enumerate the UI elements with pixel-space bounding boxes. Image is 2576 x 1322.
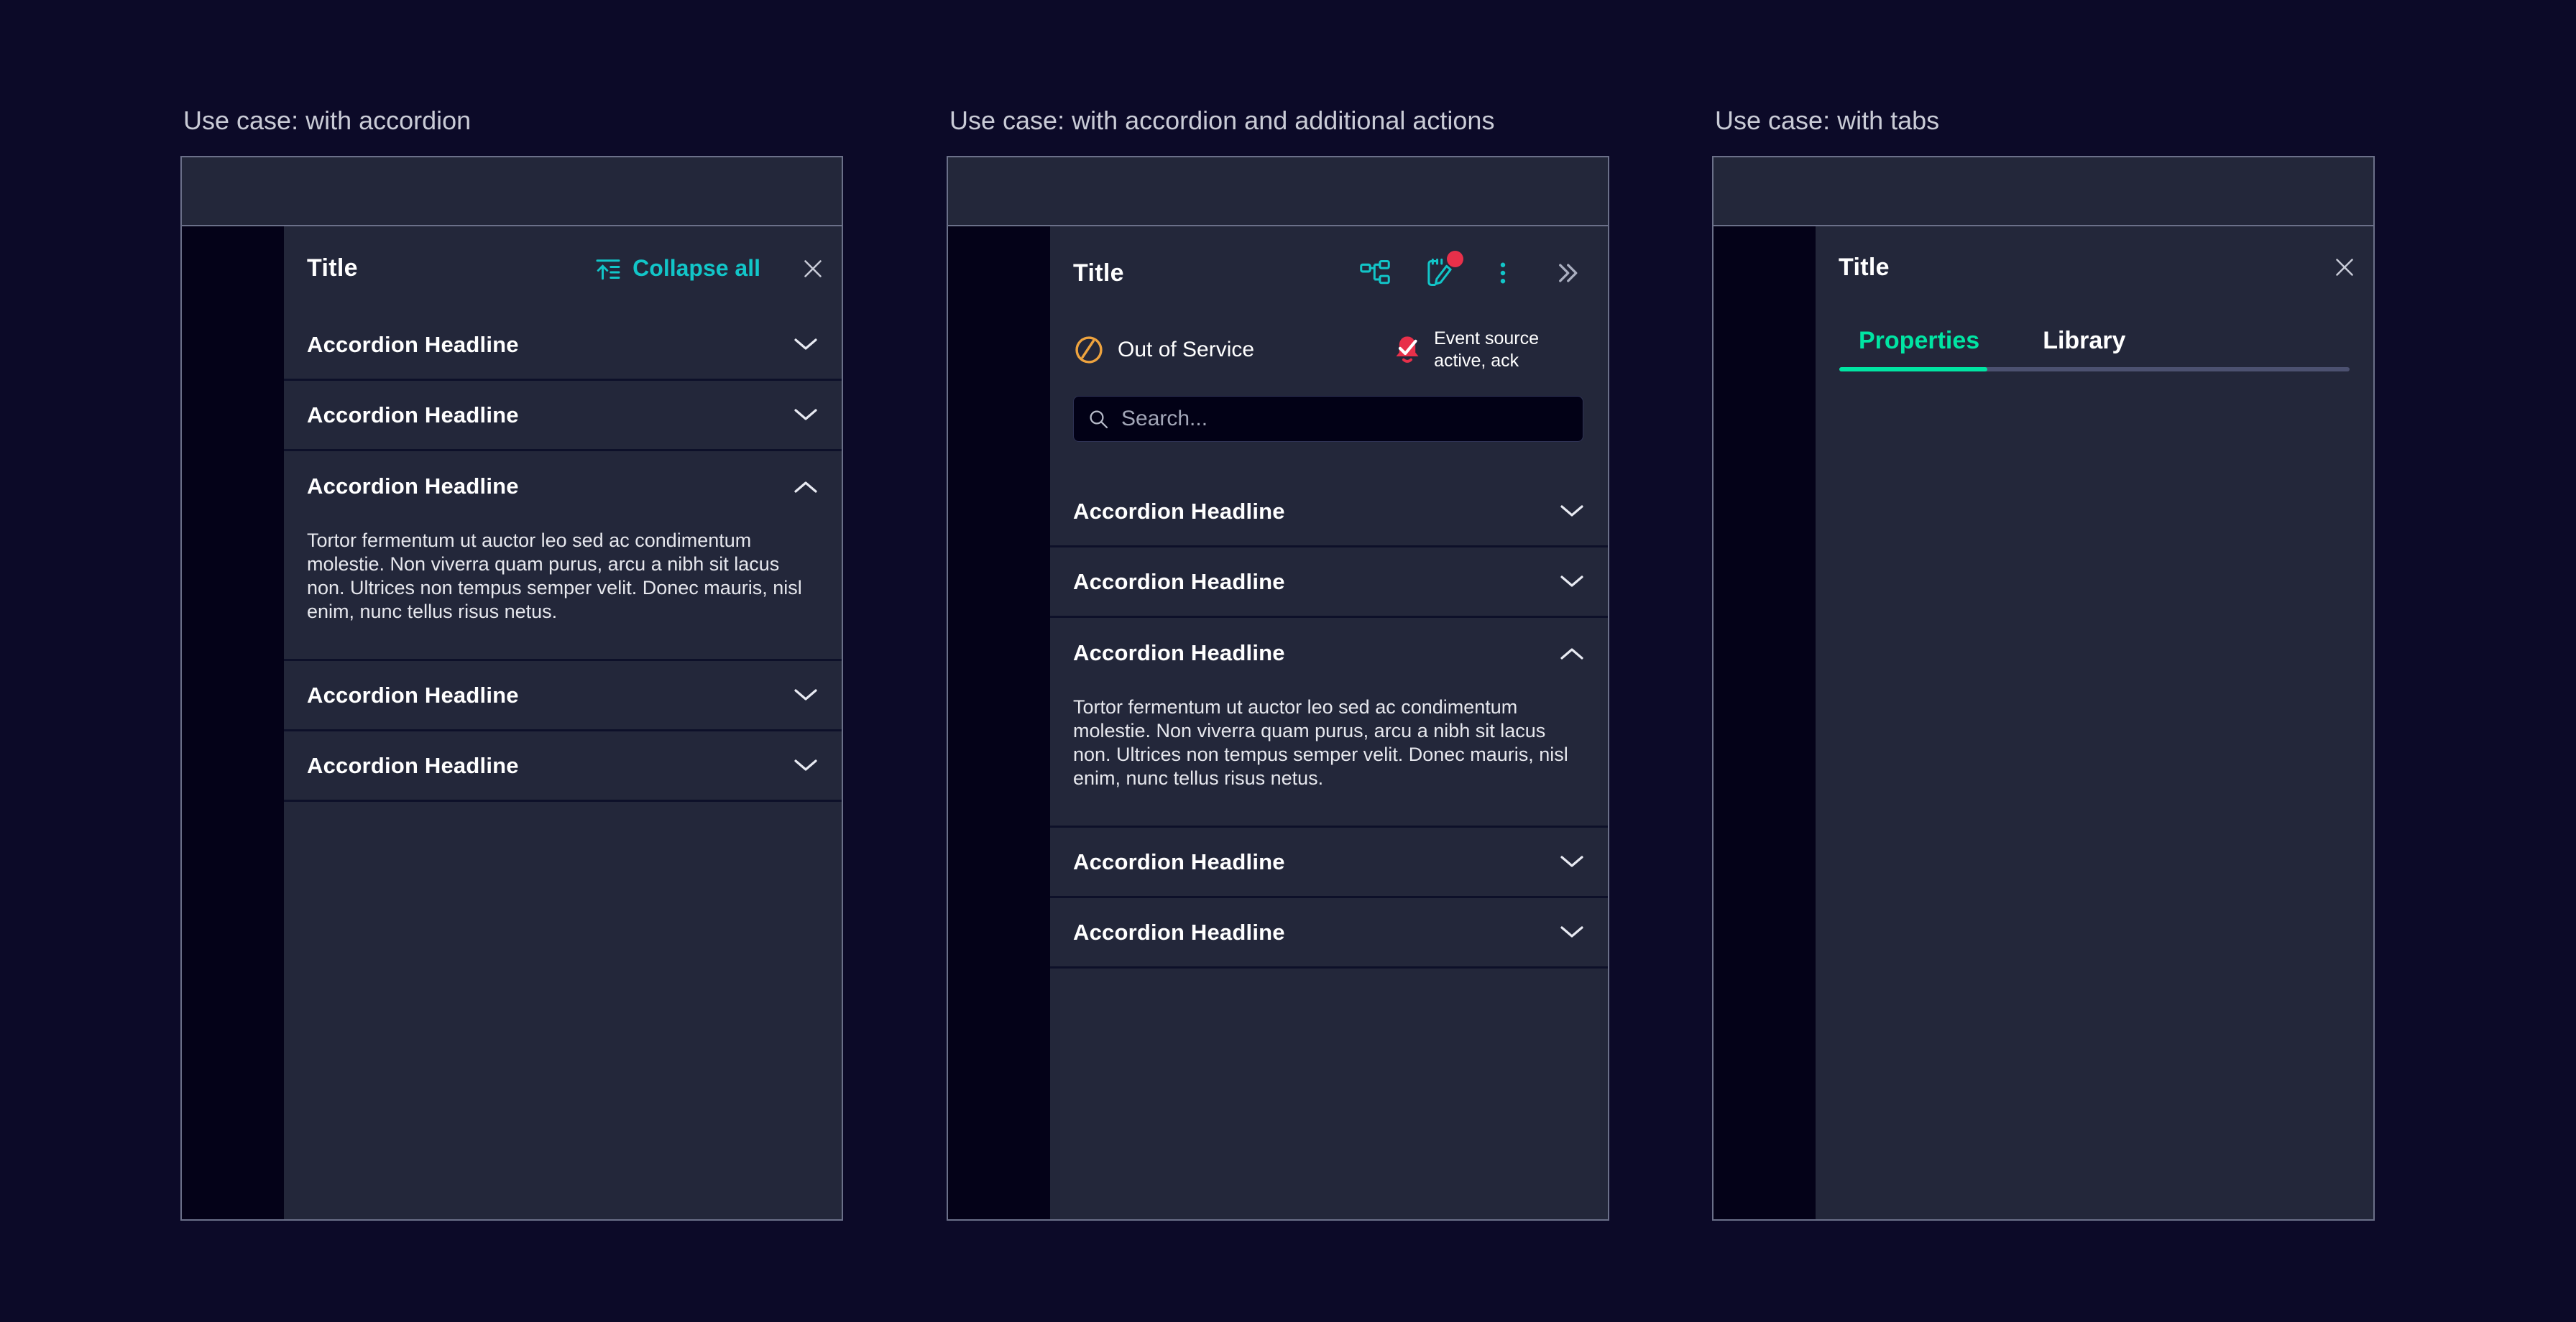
content-backdrop	[182, 226, 284, 1219]
side-panel: Title	[1050, 226, 1608, 1219]
no-entry-icon	[1073, 334, 1105, 366]
collapse-all-button[interactable]: Collapse all	[594, 254, 760, 283]
close-button[interactable]	[2332, 254, 2358, 280]
notification-badge	[1447, 251, 1463, 267]
usecase-label: Use case: with accordion	[183, 108, 843, 134]
tab-underline-track	[1839, 367, 2350, 371]
accordion-list: Accordion Headline Accordion Headline Ac…	[284, 310, 842, 802]
accordion-header[interactable]: Accordion Headline	[1050, 828, 1608, 898]
accordion-list: Accordion Headline Accordion Headline Ac…	[1050, 477, 1608, 969]
tab-properties[interactable]: Properties	[1839, 314, 2000, 367]
app-top-bar	[948, 157, 1608, 226]
chevron-down-icon	[793, 688, 819, 703]
chevron-down-icon	[793, 759, 819, 773]
more-options-button[interactable]	[1489, 259, 1517, 287]
app-frame: Title Properties Library	[1712, 156, 2375, 1221]
usecase-accordion: Use case: with accordion Title	[180, 108, 843, 1221]
accordion-header[interactable]: Accordion Headline	[1050, 547, 1608, 618]
close-icon	[800, 256, 826, 282]
accordion-header[interactable]: Accordion Headline	[284, 661, 842, 731]
kebab-menu-icon	[1489, 259, 1517, 287]
accordion-header[interactable]: Accordion Headline	[284, 310, 842, 381]
usecase-label: Use case: with tabs	[1715, 108, 2375, 134]
accordion-header[interactable]: Accordion Headline	[284, 381, 842, 451]
collapse-panel-icon	[1550, 257, 1582, 289]
chevron-down-icon	[1559, 925, 1585, 940]
note-edit-button[interactable]	[1424, 257, 1455, 289]
usecase-accordion-actions: Use case: with accordion and additional …	[947, 108, 1609, 1221]
collapse-panel-button[interactable]	[1550, 257, 1582, 289]
chevron-up-icon	[793, 479, 819, 494]
panel-title: Title	[307, 254, 358, 282]
app-frame: Title	[947, 156, 1609, 1221]
panel-title: Title	[1073, 259, 1124, 287]
side-panel: Title Properties Library	[1816, 226, 2373, 1219]
topology-button[interactable]	[1359, 257, 1391, 289]
accordion-body-text: Tortor fermentum ut auctor leo sed ac co…	[284, 522, 842, 661]
search-field[interactable]	[1073, 396, 1583, 442]
close-icon	[2332, 254, 2358, 280]
panel-title: Title	[1839, 254, 1890, 282]
accordion-header[interactable]: Accordion Headline	[1050, 477, 1608, 547]
chevron-down-icon	[793, 408, 819, 422]
chevron-down-icon	[793, 338, 819, 352]
content-backdrop	[1714, 226, 1816, 1219]
content-backdrop	[948, 226, 1050, 1219]
chevron-up-icon	[1559, 646, 1585, 660]
app-top-bar	[1714, 157, 2373, 226]
collapse-all-label: Collapse all	[632, 255, 760, 282]
chevron-down-icon	[1559, 855, 1585, 869]
accordion-header[interactable]: Accordion Headline	[1050, 898, 1608, 969]
search-icon	[1087, 407, 1110, 430]
tab-library[interactable]: Library	[2023, 314, 2145, 367]
chevron-down-icon	[1559, 575, 1585, 589]
status-row: Out of Service Event source ac	[1050, 320, 1608, 380]
usecase-tabs: Use case: with tabs Title	[1712, 108, 2375, 1221]
side-panel: Title Collapse all	[284, 226, 842, 1219]
accordion-header[interactable]: Accordion Headline	[284, 731, 842, 802]
accordion-header[interactable]: Accordion Headline	[1050, 618, 1608, 688]
tab-bar: Properties Library	[1816, 314, 2373, 367]
topology-icon	[1359, 257, 1391, 289]
app-top-bar	[182, 157, 842, 226]
alarm-bell-check-icon	[1391, 333, 1424, 366]
accordion-body-text: Tortor fermentum ut auctor leo sed ac co…	[1050, 688, 1608, 828]
active-tab-indicator	[1839, 367, 1987, 371]
collapse-all-icon	[594, 254, 622, 283]
close-button[interactable]	[800, 256, 826, 282]
search-input[interactable]	[1120, 406, 1570, 432]
event-source-status: Event source active, ack	[1391, 328, 1539, 372]
usecase-label: Use case: with accordion and additional …	[949, 108, 1609, 134]
status-text: Out of Service	[1118, 338, 1254, 362]
chevron-down-icon	[1559, 504, 1585, 519]
app-frame: Title Collapse all	[180, 156, 843, 1221]
accordion-header[interactable]: Accordion Headline	[284, 451, 842, 522]
